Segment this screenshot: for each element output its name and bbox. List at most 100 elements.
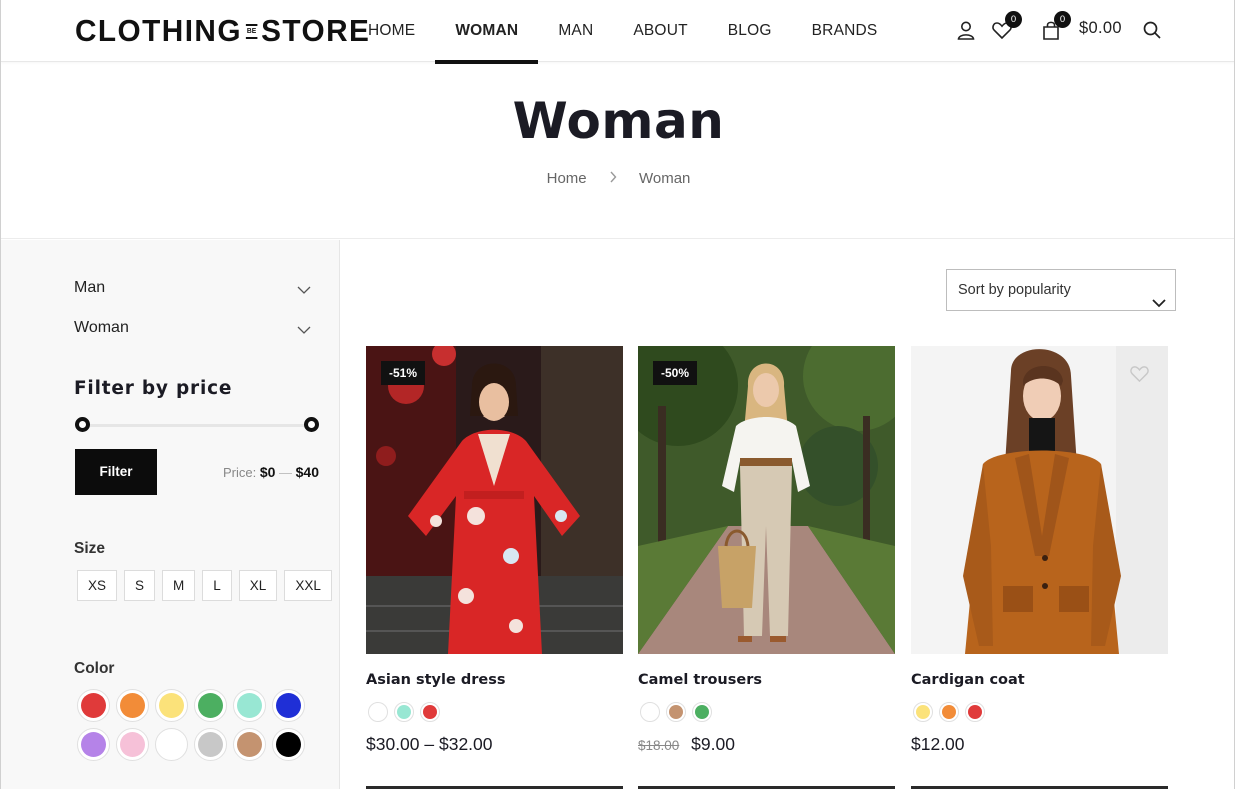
color-swatch-dot <box>276 693 301 718</box>
sale-badge: -50% <box>653 361 698 385</box>
product-color-dot <box>916 705 930 719</box>
color-swatch[interactable] <box>77 728 110 761</box>
user-icon[interactable] <box>955 19 977 41</box>
product-color-option[interactable] <box>368 702 388 722</box>
nav-man[interactable]: MAN <box>538 0 613 62</box>
price-slider-track[interactable] <box>82 424 311 427</box>
price-slider-max-handle[interactable] <box>304 417 319 432</box>
category-woman-label: Woman <box>74 319 129 336</box>
category-woman[interactable]: Woman <box>74 319 311 343</box>
page-title-band: Woman Home Woman <box>1 62 1234 239</box>
breadcrumb-current: Woman <box>638 170 691 187</box>
color-swatch[interactable] <box>155 728 188 761</box>
product-sale-price: $9.00 <box>691 734 735 754</box>
wishlist-heart-icon[interactable]: 0 <box>991 11 1022 41</box>
product-color-dot <box>643 705 657 719</box>
wishlist-count-badge: 0 <box>1005 11 1022 28</box>
cart-total[interactable]: $0.00 <box>1079 19 1122 38</box>
cart-count-badge: 0 <box>1054 11 1071 28</box>
color-swatch[interactable] <box>116 728 149 761</box>
color-swatch[interactable] <box>116 689 149 722</box>
color-swatch[interactable] <box>77 689 110 722</box>
cart-icon[interactable]: 0 <box>1040 11 1071 41</box>
product-color-dot <box>397 705 411 719</box>
color-swatch-dot <box>81 693 106 718</box>
color-swatch-dot <box>198 693 223 718</box>
product-color-option[interactable] <box>692 702 712 722</box>
color-swatch[interactable] <box>194 728 227 761</box>
color-swatch-dot <box>237 732 262 757</box>
nav-woman[interactable]: WOMAN <box>435 0 539 64</box>
sale-badge: -51% <box>381 361 426 385</box>
price-filter-heading: Filter by price <box>74 378 233 399</box>
color-swatch-dot <box>159 732 184 757</box>
size-m[interactable]: M <box>162 570 196 601</box>
price-prefix: Price: <box>222 465 257 480</box>
store-logo[interactable]: CLOTHING BE STORE <box>75 13 370 48</box>
product-card[interactable]: -51% Asian style dress $30.00 – $32.00 <box>366 346 623 754</box>
color-swatch-dot <box>198 732 223 757</box>
color-swatch[interactable] <box>155 689 188 722</box>
product-image[interactable] <box>911 346 1168 654</box>
nav-about[interactable]: ABOUT <box>613 0 707 62</box>
logo-text-left: CLOTHING <box>75 13 242 48</box>
breadcrumb-separator-icon <box>609 170 617 187</box>
product-color-option[interactable] <box>420 702 440 722</box>
product-color-option[interactable] <box>965 702 985 722</box>
breadcrumb: Home Woman <box>1 170 1234 187</box>
size-xs[interactable]: XS <box>77 570 118 601</box>
product-color-dot <box>371 705 385 719</box>
page-frame: CLOTHING BE STORE HOME WOMAN MAN ABOUT B… <box>0 0 1235 789</box>
size-xl[interactable]: XL <box>238 570 278 601</box>
color-swatch-dot <box>237 693 262 718</box>
price-separator: — <box>279 465 293 480</box>
size-s[interactable]: S <box>124 570 156 601</box>
search-icon[interactable] <box>1141 19 1163 41</box>
product-price: $18.00 $9.00 <box>638 734 735 755</box>
product-color-option[interactable] <box>640 702 660 722</box>
product-color-options <box>368 702 440 722</box>
sidebar: Man Woman Filter by price Filter Price: … <box>1 240 340 789</box>
chevron-down-icon[interactable] <box>297 282 311 300</box>
product-price: $30.00 – $32.00 <box>366 734 493 754</box>
color-swatch-dot <box>159 693 184 718</box>
color-swatch-dot <box>120 732 145 757</box>
color-swatch-dot <box>120 693 145 718</box>
product-color-option[interactable] <box>913 702 933 722</box>
product-image[interactable]: -50% <box>638 346 895 654</box>
chevron-down-icon[interactable] <box>297 322 311 340</box>
nav-brands[interactable]: BRANDS <box>792 0 898 62</box>
product-color-options <box>640 702 712 722</box>
product-color-dot <box>968 705 982 719</box>
sort-select[interactable]: Sort by popularity <box>946 269 1176 311</box>
size-heading: Size <box>74 540 106 557</box>
color-swatch[interactable] <box>194 689 227 722</box>
color-swatch[interactable] <box>272 689 305 722</box>
wishlist-heart-icon[interactable] <box>1129 364 1150 383</box>
nav-home[interactable]: HOME <box>348 0 435 62</box>
chevron-down-icon <box>1152 284 1166 324</box>
product-name[interactable]: Camel trousers <box>638 672 762 688</box>
color-swatch[interactable] <box>233 689 266 722</box>
nav-blog[interactable]: BLOG <box>708 0 792 62</box>
size-options: XS S M L XL XXL <box>77 570 332 601</box>
product-color-option[interactable] <box>666 702 686 722</box>
price-slider-min-handle[interactable] <box>75 417 90 432</box>
filter-button[interactable]: Filter <box>75 449 157 495</box>
product-card[interactable]: Cardigan coat $12.00 <box>911 346 1168 754</box>
product-color-options <box>913 702 985 722</box>
color-swatch[interactable] <box>272 728 305 761</box>
product-card[interactable]: -50% Camel trousers $18.00 $9.00 <box>638 346 895 754</box>
product-name[interactable]: Asian style dress <box>366 672 505 688</box>
price-range-label: Price: $0 — $40 <box>201 464 319 480</box>
product-name[interactable]: Cardigan coat <box>911 672 1025 688</box>
product-price: $12.00 <box>911 734 965 754</box>
color-swatch[interactable] <box>233 728 266 761</box>
product-color-option[interactable] <box>939 702 959 722</box>
category-man[interactable]: Man <box>74 279 311 303</box>
breadcrumb-home[interactable]: Home <box>547 170 587 187</box>
size-xxl[interactable]: XXL <box>284 570 332 601</box>
product-image[interactable]: -51% <box>366 346 623 654</box>
product-color-option[interactable] <box>394 702 414 722</box>
size-l[interactable]: L <box>202 570 232 601</box>
